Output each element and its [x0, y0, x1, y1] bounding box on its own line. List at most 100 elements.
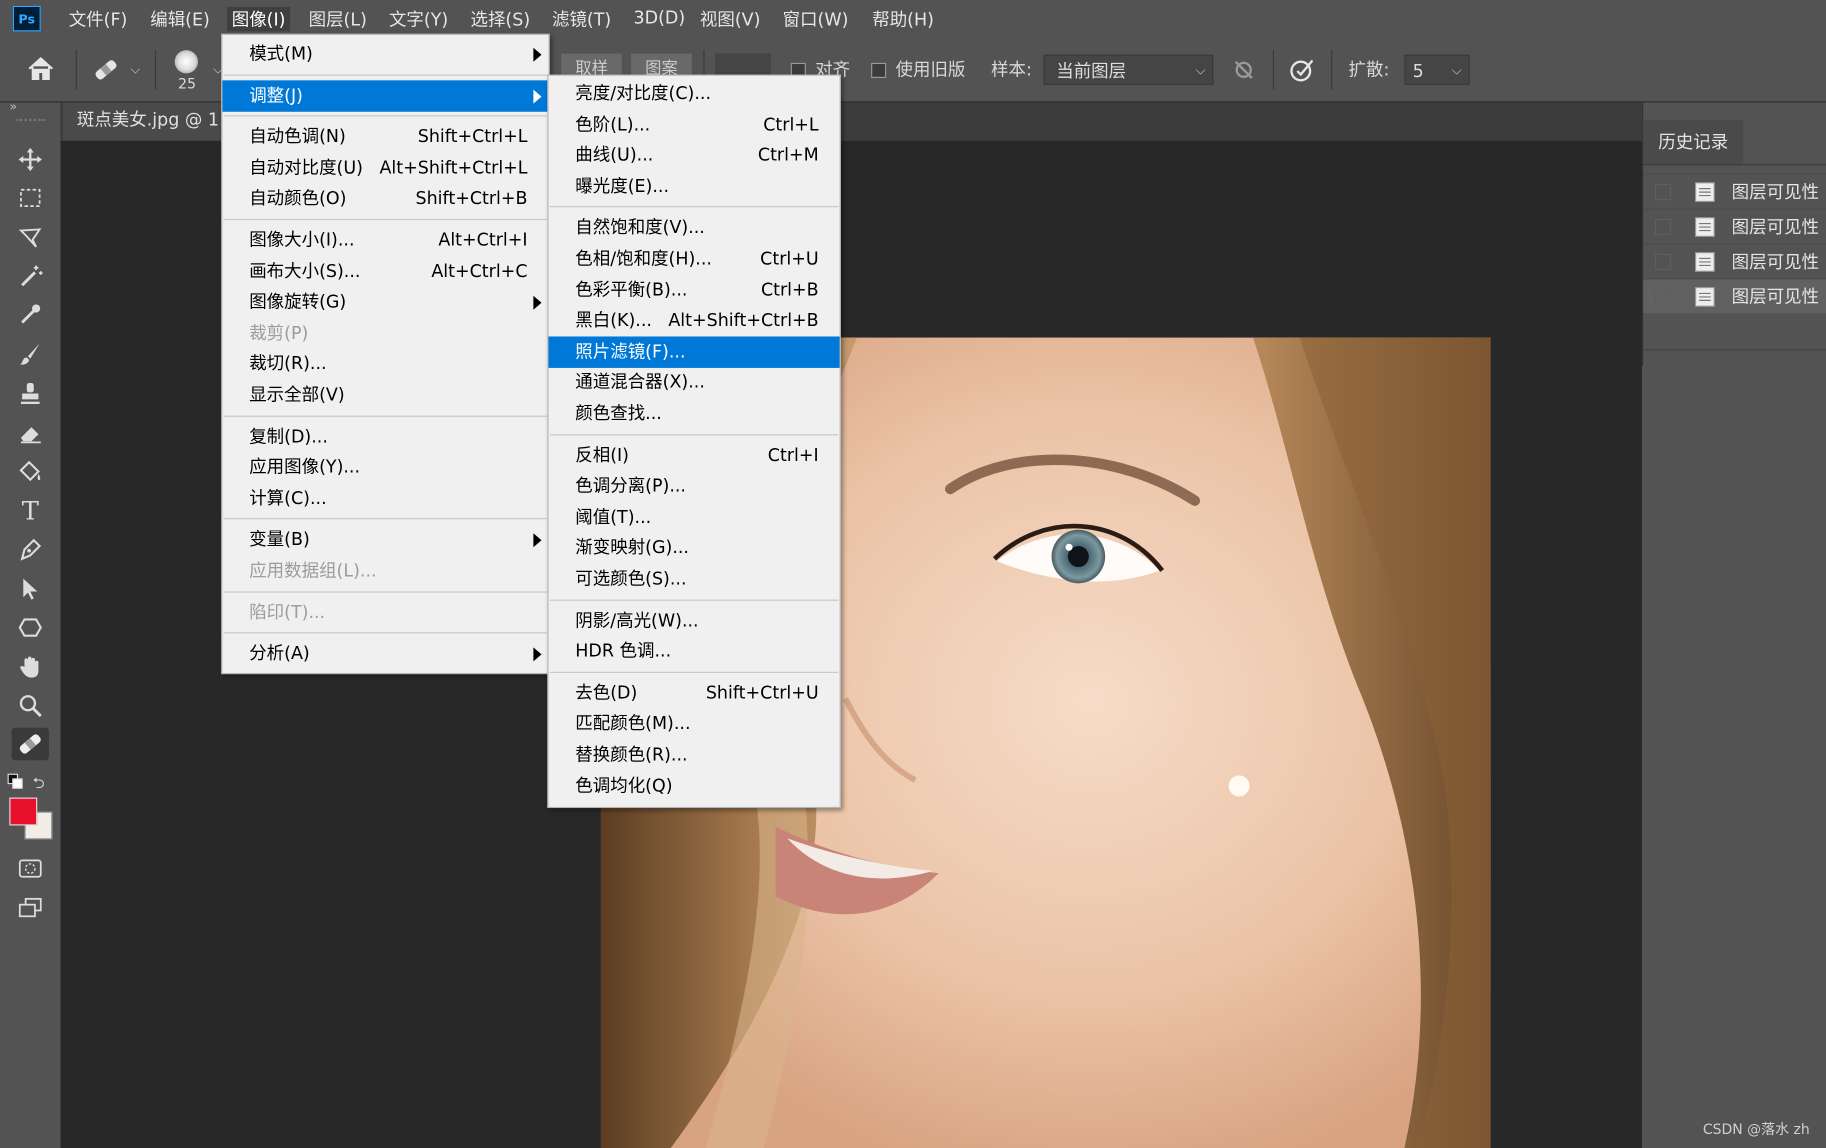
menu-item-应用图像[interactable]: 应用图像(Y)...: [222, 452, 548, 483]
menu-item-图像旋转[interactable]: 图像旋转(G): [222, 287, 548, 318]
eraser-tool-icon[interactable]: [12, 417, 49, 450]
stamp-tool-icon[interactable]: [12, 377, 49, 410]
menu-item-变量[interactable]: 变量(B): [222, 524, 548, 555]
menu-view[interactable]: 视图(V): [700, 7, 761, 31]
marquee-tool-icon[interactable]: [12, 182, 49, 215]
menu-item-阴影-高光[interactable]: 阴影/高光(W)...: [548, 605, 839, 636]
image-menu: 模式(M) 调整(J) 自动色调(N) Shift+Ctrl+L 自动对比度(U) Alt…: [221, 33, 550, 675]
menu-item-label: 计算(C)...: [249, 487, 327, 509]
legacy-checkbox[interactable]: [871, 62, 887, 79]
menu-3d[interactable]: 3D(D): [634, 7, 686, 28]
brush-tool-icon[interactable]: [12, 338, 49, 371]
menu-item-复制[interactable]: 复制(D)...: [222, 421, 548, 452]
menu-item-显示全部[interactable]: 显示全部(V): [222, 380, 548, 411]
shape-tool-icon[interactable]: [12, 611, 49, 644]
submenu-arrow-icon: [533, 89, 542, 104]
menu-item-计算[interactable]: 计算(C)...: [222, 483, 548, 514]
document-tab[interactable]: 斑点美女.jpg @ 1: [62, 102, 233, 141]
menu-item-自动色调[interactable]: 自动色调(N) Shift+Ctrl+L: [222, 121, 548, 152]
diffusion-select[interactable]: 5 ⌵: [1404, 54, 1470, 85]
healing-brush-icon[interactable]: [91, 56, 121, 89]
swap-colors-icon[interactable]: ⮌: [33, 773, 45, 799]
menu-item-照片滤镜[interactable]: 照片滤镜(F)...: [548, 336, 840, 368]
screen-mode-icon[interactable]: [12, 892, 49, 925]
menu-item-自动颜色[interactable]: 自动颜色(O) Shift+Ctrl+B: [222, 183, 548, 214]
home-icon[interactable]: [26, 55, 56, 88]
pressure-icon[interactable]: [1288, 56, 1316, 89]
history-item-checkbox[interactable]: [1654, 253, 1672, 271]
menu-item-色调分离[interactable]: 色调分离(P)...: [548, 471, 839, 502]
menu-item-模式[interactable]: 模式(M): [222, 38, 548, 69]
foreground-color-swatch[interactable]: [9, 797, 38, 826]
history-item[interactable]: 图层可见性: [1643, 173, 1826, 208]
history-item[interactable]: 图层可见性: [1643, 208, 1826, 243]
menu-item-反相[interactable]: 反相(I) Ctrl+I: [548, 440, 839, 471]
type-tool-icon[interactable]: T: [12, 495, 49, 528]
menu-item-曲线[interactable]: 曲线(U)... Ctrl+M: [548, 140, 839, 171]
menu-item-色相-饱和度[interactable]: 色相/饱和度(H)... Ctrl+U: [548, 243, 839, 274]
menu-item-自动对比度[interactable]: 自动对比度(U) Alt+Shift+Ctrl+L: [222, 152, 548, 183]
menu-type[interactable]: 文字(Y): [389, 7, 448, 31]
history-item-checkbox[interactable]: [1654, 218, 1672, 236]
menu-filter[interactable]: 滤镜(T): [552, 7, 611, 31]
menu-item-自然饱和度[interactable]: 自然饱和度(V)...: [548, 212, 839, 243]
menu-item-label: 反相(I): [575, 444, 630, 466]
menu-item-画布大小[interactable]: 画布大小(S)... Alt+Ctrl+C: [222, 256, 548, 287]
menu-help[interactable]: 帮助(H): [872, 7, 934, 31]
ignore-adjustment-layers-icon[interactable]: [1232, 58, 1255, 86]
menu-item-可选颜色[interactable]: 可选颜色(S)...: [548, 564, 839, 595]
history-item-selected[interactable]: 图层可见性: [1643, 278, 1826, 314]
magic-wand-tool-icon[interactable]: [12, 260, 49, 293]
menu-item-阈值[interactable]: 阈值(T)...: [548, 502, 839, 533]
menu-window[interactable]: 窗口(W): [783, 7, 849, 31]
pen-tool-icon[interactable]: [12, 533, 49, 566]
menu-item-调整[interactable]: 调整(J): [222, 79, 549, 112]
submenu-arrow-icon: [533, 47, 542, 62]
menu-item-色调均化[interactable]: 色调均化(Q): [548, 770, 839, 801]
menu-select[interactable]: 选择(S): [470, 7, 530, 31]
menu-item-分析[interactable]: 分析(A): [222, 638, 548, 669]
menu-item-颜色查找[interactable]: 颜色查找...: [548, 398, 839, 429]
toolbox-grip[interactable]: [16, 118, 45, 122]
brush-preview-icon[interactable]: [174, 50, 198, 74]
menu-item-去色[interactable]: 去色(D) Shift+Ctrl+U: [548, 677, 839, 708]
menu-item-黑白[interactable]: 黑白(K)... Alt+Shift+Ctrl+B: [548, 305, 839, 336]
move-tool-icon[interactable]: [12, 143, 49, 176]
sample-select[interactable]: 当前图层 ⌵: [1043, 54, 1214, 85]
menu-file[interactable]: 文件(F): [69, 7, 128, 31]
menu-separator: [549, 671, 839, 673]
menu-item-渐变映射[interactable]: 渐变映射(G)...: [548, 533, 839, 564]
paint-bucket-tool-icon[interactable]: [12, 455, 49, 488]
menu-edit[interactable]: 编辑(E): [150, 7, 210, 31]
menu-item-色阶[interactable]: 色阶(L)... Ctrl+L: [548, 109, 839, 140]
menu-item-label: 阴影/高光(W)...: [575, 609, 699, 631]
menu-layer[interactable]: 图层(L): [309, 7, 367, 31]
menu-item-色彩平衡[interactable]: 色彩平衡(B)... Ctrl+B: [548, 274, 839, 305]
menu-item-曝光度[interactable]: 曝光度(E)...: [548, 171, 839, 202]
path-selection-tool-icon[interactable]: [12, 573, 49, 606]
history-item-checkbox[interactable]: [1654, 288, 1672, 306]
history-item[interactable]: 图层可见性: [1643, 243, 1826, 278]
history-panel-tab[interactable]: 历史记录: [1643, 119, 1744, 165]
menu-item-图像大小[interactable]: 图像大小(I)... Alt+Ctrl+I: [222, 225, 548, 256]
menu-item-亮度-对比度[interactable]: 亮度/对比度(C)...: [548, 78, 839, 109]
menu-item-HDR-色调[interactable]: HDR 色调...: [548, 636, 839, 667]
default-colors-icon[interactable]: [7, 773, 23, 794]
eyedropper-tool-icon[interactable]: [12, 298, 49, 331]
hand-tool-icon[interactable]: [12, 651, 49, 684]
history-item-checkbox[interactable]: [1654, 183, 1672, 201]
lasso-tool-icon[interactable]: [12, 221, 49, 254]
menu-item-label: 色调分离(P)...: [575, 475, 686, 497]
submenu-arrow-icon: [533, 533, 542, 548]
expand-icon[interactable]: »: [9, 99, 17, 114]
zoom-tool-icon[interactable]: [12, 689, 49, 722]
menu-item-替换颜色[interactable]: 替换颜色(R)...: [548, 739, 839, 770]
menu-item-通道混合器[interactable]: 通道混合器(X)...: [548, 367, 839, 398]
chevron-down-icon[interactable]: ⌵: [130, 62, 140, 78]
quick-mask-icon[interactable]: [12, 852, 49, 885]
menu-item-匹配颜色[interactable]: 匹配颜色(M)...: [548, 708, 839, 739]
menu-item-shortcut: Alt+Shift+Ctrl+L: [379, 156, 528, 178]
spot-healing-tool-icon[interactable]: [11, 727, 49, 761]
menu-image[interactable]: 图像(I): [227, 6, 291, 32]
menu-item-裁切[interactable]: 裁切(R)...: [222, 349, 548, 380]
